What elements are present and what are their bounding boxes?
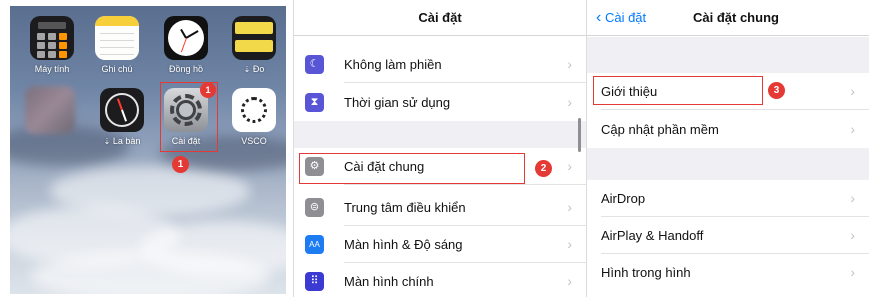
chevron-right-icon: › [850,83,855,99]
back-label: Cài đặt [604,10,647,25]
chevron-right-icon: › [567,56,572,72]
row-label: Màn hình & Độ sáng [344,237,463,252]
general-row-picture-in-picture[interactable]: Hình trong hình › [587,254,869,291]
row-label: Hình trong hình [601,265,691,280]
chevron-right-icon: › [567,158,572,174]
row-label: Thời gian sử dụng [344,95,451,110]
settings-row-display-brightness[interactable]: AA Màn hình & Độ sáng › [294,226,586,263]
app-label: ⇣ Đo [243,64,265,74]
chevron-left-icon: ‹ [596,9,602,26]
chevron-right-icon: › [850,264,855,280]
chevron-right-icon: › [850,227,855,243]
app-notes[interactable]: Ghi chú [85,16,149,74]
toggles-icon: ⊜ [305,198,324,217]
home-grid-icon: ⠿ [305,272,324,291]
settings-panel: Cài đặt ☾ Không làm phiền › ⧗ Thời gian … [293,0,586,297]
chevron-right-icon: › [850,190,855,206]
row-label: Màn hình chính [344,274,434,289]
home-screen: Máy tính Ghi chú Đồng hồ ⇣ Đo ⇣ La bàn C… [10,6,286,294]
app-calculator[interactable]: Máy tính [20,16,84,74]
step-marker-2: 2 [535,160,552,177]
settings-row-control-center[interactable]: ⊜ Trung tâm điều khiển › [294,189,586,226]
app-label: VSCO [241,136,267,146]
chevron-right-icon: › [567,273,572,289]
settings-title: Cài đặt [294,0,586,36]
group-separator [587,37,869,73]
group-separator [587,148,869,180]
chevron-right-icon: › [567,199,572,215]
app-compass[interactable]: ⇣ La bàn [90,88,154,146]
general-row-airplay-handoff[interactable]: AirPlay & Handoff › [587,217,869,254]
general-row-airdrop[interactable]: AirDrop › [587,180,869,217]
row-label: AirPlay & Handoff [601,228,704,243]
hourglass-icon: ⧗ [305,93,324,112]
cloud-download-icon: ⇣ [103,137,111,146]
app-label: Đồng hồ [168,64,204,74]
app-vsco[interactable]: VSCO [222,88,286,146]
settings-row-do-not-disturb[interactable]: ☾ Không làm phiền › [294,46,586,83]
row-label: Cập nhật phần mềm [601,122,719,137]
chevron-right-icon: › [850,121,855,137]
app-clock[interactable]: Đồng hồ [154,16,218,74]
settings-row-screen-time[interactable]: ⧗ Thời gian sử dụng › [294,84,586,121]
group-separator [294,121,586,148]
cloud-download-icon: ⇣ [243,65,251,74]
clock-icon [164,16,208,60]
app-measure[interactable]: ⇣ Đo [222,16,286,74]
moon-icon: ☾ [305,55,324,74]
vsco-icon [232,88,276,132]
text-size-icon: AA [305,235,324,254]
chevron-right-icon: › [567,236,572,252]
general-title: Cài đặt chung [693,10,779,25]
calculator-icon [30,16,74,60]
cloud-shape [30,251,270,294]
scroll-indicator[interactable] [578,118,581,152]
highlight-box-about [593,76,763,105]
app-label: Máy tính [34,64,70,74]
row-label: Trung tâm điều khiển [344,200,466,215]
row-label: AirDrop [601,191,646,206]
settings-row-home-screen[interactable]: ⠿ Màn hình chính › [294,263,586,297]
highlight-box-settings [160,82,218,152]
highlight-box-general [299,153,525,184]
row-label: Không làm phiền [344,57,442,72]
measure-icon [232,16,276,60]
app-blurred[interactable] [18,86,82,134]
app-label: Ghi chú [101,64,133,74]
back-button[interactable]: ‹ Cài đặt [596,0,646,36]
general-row-software-update[interactable]: Cập nhật phần mềm › [587,111,869,148]
chevron-right-icon: › [567,94,572,110]
step-marker-3: 3 [768,82,785,99]
step-marker-1: 1 [172,156,189,173]
blurred-app-icon [25,86,75,134]
compass-icon [100,88,144,132]
notes-icon [95,16,139,60]
app-label: ⇣ La bàn [103,136,141,146]
general-panel: ‹ Cài đặt Cài đặt chung Giới thiệu › 3 C… [586,0,869,297]
